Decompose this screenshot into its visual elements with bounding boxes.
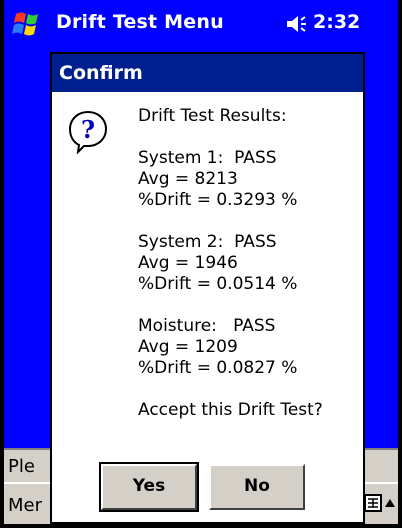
title-bar: Drift Test Menu 2:32	[4, 0, 398, 48]
moisture-status: Moisture: PASS	[138, 316, 276, 336]
dialog-message: Drift Test Results: System 1: PASS Avg =…	[138, 106, 358, 421]
system2-drift: %Drift = 0.0514 %	[138, 274, 298, 294]
window-title: Drift Test Menu	[56, 11, 224, 33]
question-icon: ?	[68, 110, 108, 154]
moisture-drift: %Drift = 0.0827 %	[138, 358, 298, 378]
no-button[interactable]: No	[209, 464, 305, 510]
accept-prompt: Accept this Drift Test?	[138, 400, 323, 420]
confirm-dialog: Confirm ? Drift Test Results: System 1: …	[50, 52, 365, 524]
input-panel-arrow-icon[interactable]	[384, 498, 396, 508]
system2-status: System 2: PASS	[138, 232, 277, 252]
system1-status: System 1: PASS	[138, 148, 277, 168]
system1-drift: %Drift = 0.3293 %	[138, 190, 298, 210]
pocketpc-screen: Drift Test Menu 2:32 Ple Mer Confirm ? D…	[0, 0, 402, 528]
svg-text:?: ?	[81, 115, 95, 144]
results-heading: Drift Test Results:	[138, 106, 287, 126]
system1-avg: Avg = 8213	[138, 169, 238, 189]
dialog-caption: Confirm	[52, 54, 363, 92]
yes-button[interactable]: Yes	[99, 462, 199, 512]
speaker-icon[interactable]	[285, 14, 309, 34]
moisture-avg: Avg = 1209	[138, 337, 238, 357]
keyboard-icon[interactable]	[364, 494, 382, 512]
clock[interactable]: 2:32	[313, 11, 360, 33]
underlying-label-1: Ple	[8, 456, 35, 477]
windows-flag-icon[interactable]	[10, 8, 46, 40]
underlying-menu-label[interactable]: Mer	[8, 495, 42, 516]
system2-avg: Avg = 1946	[138, 253, 238, 273]
